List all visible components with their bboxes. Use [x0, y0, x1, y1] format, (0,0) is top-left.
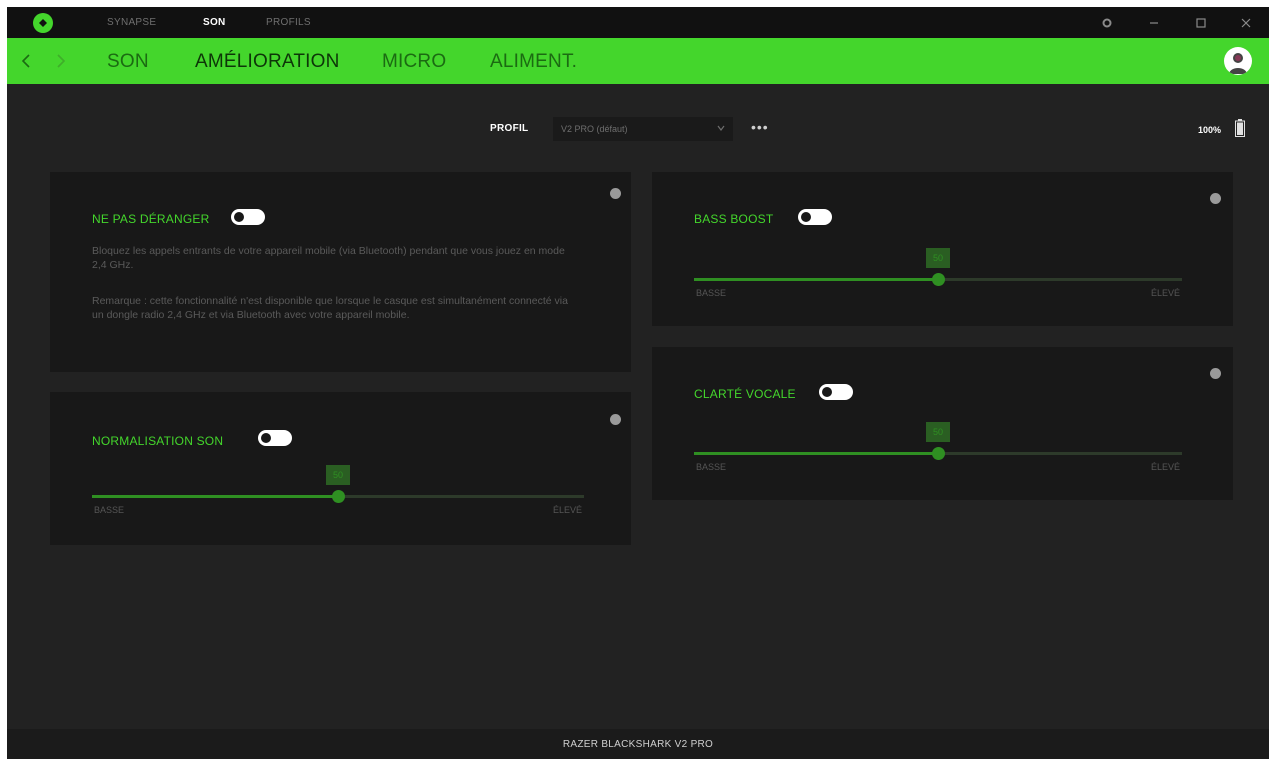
- dnd-title: NE PAS DÉRANGER: [92, 212, 210, 226]
- top-tab-profils[interactable]: PROFILS: [266, 17, 311, 28]
- voice-clarity-slider[interactable]: 50 BASSE ÉLEVÉ: [694, 422, 1182, 472]
- slider-fill: [694, 452, 938, 455]
- device-name: RAZER BLACKSHARK V2 PRO: [562, 738, 714, 750]
- normalisation-panel: NORMALISATION SON 50 BASSE ÉLEVÉ: [50, 392, 631, 545]
- slider-low-label: BASSE: [696, 288, 727, 298]
- title-bar: SYNAPSE SON PROFILS: [7, 7, 1269, 38]
- dnd-toggle[interactable]: [231, 209, 265, 225]
- slider-fill: [694, 278, 938, 281]
- tab-amelioration[interactable]: AMÉLIORATION: [195, 51, 340, 73]
- profile-label: PROFIL: [490, 123, 529, 134]
- close-icon[interactable]: [1236, 13, 1256, 33]
- profile-dropdown[interactable]: V2 PRO (défaut): [553, 117, 733, 141]
- normalisation-help-icon[interactable]: [610, 414, 621, 425]
- normalisation-toggle[interactable]: [258, 430, 292, 446]
- battery-icon: [1235, 119, 1245, 137]
- section-nav-bar: SON AMÉLIORATION MICRO ALIMENT.: [7, 38, 1269, 84]
- bass-boost-help-icon[interactable]: [1210, 193, 1221, 204]
- user-avatar-icon[interactable]: [1224, 47, 1252, 75]
- top-tab-synapse[interactable]: SYNAPSE: [107, 17, 156, 28]
- settings-gear-icon[interactable]: [1097, 13, 1117, 33]
- app-window: SYNAPSE SON PROFILS SON AMÉLIORATION MIC…: [7, 7, 1269, 759]
- bass-boost-title: BASS BOOST: [694, 212, 774, 226]
- slider-fill: [92, 495, 338, 498]
- razer-logo-icon: [33, 13, 53, 33]
- slider-high-label: ÉLEVÉ: [1150, 462, 1180, 472]
- back-arrow-icon[interactable]: [18, 52, 34, 70]
- profile-selected-value: V2 PRO (défaut): [561, 124, 628, 134]
- top-tab-son[interactable]: SON: [203, 17, 226, 28]
- device-footer: RAZER BLACKSHARK V2 PRO: [7, 729, 1269, 759]
- voice-clarity-panel: CLARTÉ VOCALE 50 BASSE ÉLEVÉ: [652, 347, 1233, 500]
- tab-micro[interactable]: MICRO: [382, 51, 446, 73]
- normalisation-slider[interactable]: 50 BASSE ÉLEVÉ: [92, 465, 584, 515]
- dnd-note: Remarque : cette fonctionnalité n'est di…: [92, 295, 568, 321]
- slider-low-label: BASSE: [94, 505, 125, 515]
- slider-low-label: BASSE: [696, 462, 727, 472]
- voice-clarity-title: CLARTÉ VOCALE: [694, 387, 796, 401]
- slider-thumb[interactable]: [932, 273, 945, 286]
- normalisation-title: NORMALISATION SON: [92, 434, 224, 448]
- slider-thumb[interactable]: [332, 490, 345, 503]
- slider-high-label: ÉLEVÉ: [1150, 288, 1180, 298]
- dnd-panel: NE PAS DÉRANGER Bloquez les appels entra…: [50, 172, 631, 372]
- minimize-icon[interactable]: [1144, 13, 1164, 33]
- tab-aliment[interactable]: ALIMENT.: [490, 51, 577, 73]
- chevron-down-icon: [717, 124, 725, 134]
- bass-boost-panel: BASS BOOST 50 BASSE ÉLEVÉ: [652, 172, 1233, 326]
- profile-more-options-button[interactable]: •••: [751, 119, 769, 135]
- battery-percentage: 100%: [1198, 125, 1222, 135]
- slider-thumb[interactable]: [932, 447, 945, 460]
- bass-boost-toggle[interactable]: [798, 209, 832, 225]
- slider-value-badge: 50: [326, 465, 350, 485]
- maximize-icon[interactable]: [1191, 13, 1211, 33]
- slider-value-badge: 50: [926, 422, 950, 442]
- tab-son[interactable]: SON: [107, 51, 149, 73]
- forward-arrow-icon[interactable]: [53, 52, 69, 70]
- voice-clarity-toggle[interactable]: [819, 384, 853, 400]
- slider-value-badge: 50: [926, 248, 950, 268]
- dnd-help-icon[interactable]: [610, 188, 621, 199]
- bass-boost-slider[interactable]: 50 BASSE ÉLEVÉ: [694, 248, 1182, 298]
- slider-high-label: ÉLEVÉ: [552, 505, 582, 515]
- voice-clarity-help-icon[interactable]: [1210, 368, 1221, 379]
- dnd-description: Bloquez les appels entrants de votre app…: [92, 245, 565, 271]
